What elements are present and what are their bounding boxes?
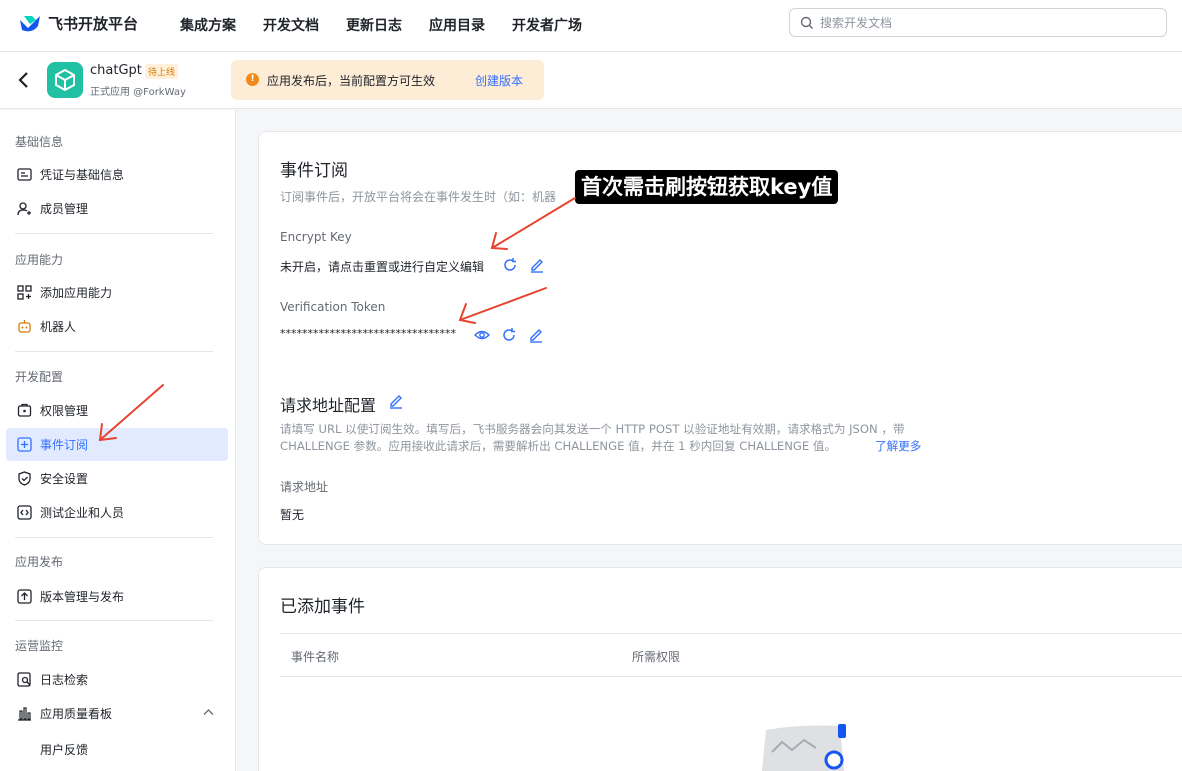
sidebar-item-label: 版本管理与发布 [40,590,125,604]
id-card-icon [16,167,32,183]
sidebar-item-label: 安全设置 [40,472,89,486]
sidebar-item-label: 添加应用能力 [40,286,113,300]
sidebar-subitem-feedback[interactable]: 用户反馈 [40,741,88,758]
chevron-up-icon[interactable] [203,708,214,716]
sidebar-divider [15,537,213,538]
request-url-value: 暂无 [280,508,305,522]
nav-item-solutions[interactable]: 集成方案 [180,15,236,35]
nav-item-docs[interactable]: 开发文档 [263,15,319,35]
cube-icon [55,68,75,92]
request-url-description-2: CHALLENGE 参数。应用接收此请求后，需要解析出 CHALLENGE 值，… [280,439,837,453]
robot-icon [16,319,32,335]
grid-add-icon [16,285,32,301]
app-name: chatGpt [90,63,142,78]
sidebar-item-quality-dashboard[interactable]: 应用质量看板 [6,697,228,730]
user-add-icon [16,201,32,217]
sidebar-item-permissions[interactable]: 权限管理 [6,394,228,427]
feishu-logo-icon [20,16,40,32]
sidebar-item-credentials[interactable]: 凭证与基础信息 [6,158,228,191]
app-header [0,52,1182,109]
nav-item-app-directory[interactable]: 应用目录 [429,15,485,35]
section-title-monitoring: 运营监控 [15,639,64,653]
section-title-dev-config: 开发配置 [15,370,64,384]
sidebar-divider [15,233,213,234]
annotation-callout: 首次需击刷按钮获取key值 [575,170,839,204]
edit-icon[interactable] [388,393,404,409]
sidebar-divider [15,620,213,621]
verification-token-value: ******************************** [280,327,456,340]
events-description: 订阅事件后，开放平台将会在事件发生时（如：机器 [280,190,557,204]
refresh-icon[interactable] [501,327,517,343]
section-title-publish: 应用发布 [15,555,64,569]
page-title: 事件订阅 [280,161,348,181]
bar-chart-icon [16,706,32,722]
sidebar-item-security[interactable]: 安全设置 [6,462,228,495]
refresh-icon[interactable] [502,257,518,273]
sidebar: 基础信息 凭证与基础信息 成员管理 应用能力 添加应用能力 机器人 开发配置 权… [0,110,236,771]
brand-logo[interactable]: 飞书开放平台 [18,12,138,34]
back-arrow-icon[interactable] [16,70,32,90]
eye-icon[interactable] [474,327,490,343]
shield-icon [16,471,32,487]
sidebar-divider [15,351,213,352]
encrypt-key-label: Encrypt Key [280,230,352,244]
app-subtitle: 正式应用 @ForkWay [90,87,186,98]
sidebar-item-label: 应用质量看板 [40,707,113,721]
added-events-title: 已添加事件 [280,597,365,617]
publish-notice: ! 应用发布后，当前配置方可生效 创建版本 [231,60,544,100]
brand-name: 飞书开放平台 [48,14,139,33]
warning-icon: ! [246,73,259,86]
section-title-capabilities: 应用能力 [15,253,64,267]
edit-icon[interactable] [529,257,545,273]
status-badge: 待上线 [145,64,179,79]
sidebar-item-label: 日志检索 [40,673,89,687]
sidebar-item-label: 机器人 [40,320,77,334]
column-header-event-name: 事件名称 [291,650,340,664]
search-input[interactable] [820,15,1140,30]
top-nav: 飞书开放平台 集成方案 开发文档 更新日志 应用目录 开发者广场 [0,0,1182,52]
sidebar-item-test-tenant[interactable]: 测试企业和人员 [6,496,228,529]
event-plus-icon [16,437,32,453]
nav-item-developer-plaza[interactable]: 开发者广场 [512,15,582,35]
log-search-icon [16,672,32,688]
sidebar-item-members[interactable]: 成员管理 [6,192,228,225]
lock-icon [16,403,32,419]
empty-state-illustration [762,724,846,771]
sidebar-item-add-capability[interactable]: 添加应用能力 [6,276,228,309]
notice-text: 应用发布后，当前配置方可生效 [267,74,436,88]
sidebar-item-label: 成员管理 [40,202,89,216]
nav-item-changelog[interactable]: 更新日志 [346,15,402,35]
search-icon [800,16,813,29]
code-box-icon [16,505,32,521]
sidebar-item-label: 测试企业和人员 [40,506,125,520]
section-title-basic: 基础信息 [15,135,64,149]
events-table-header: 事件名称 所需权限 [280,633,1182,677]
edit-icon[interactable] [528,327,544,343]
sidebar-item-label: 事件订阅 [40,438,89,452]
sidebar-item-robot[interactable]: 机器人 [6,310,228,343]
sidebar-item-log-search[interactable]: 日志检索 [6,663,228,696]
sidebar-item-event-subscription[interactable]: 事件订阅 [6,428,228,461]
sidebar-item-label: 凭证与基础信息 [40,168,125,182]
request-url-title: 请求地址配置 [280,396,377,415]
request-url-description: 请填写 URL 以使订阅生效。填写后，飞书服务器会向其发送一个 HTTP POS… [280,422,905,436]
create-version-link[interactable]: 创建版本 [475,72,523,89]
verification-token-label: Verification Token [280,300,386,314]
search-box[interactable] [789,8,1167,37]
app-icon [47,62,83,98]
learn-more-link[interactable]: 了解更多 [875,438,921,454]
encrypt-key-value: 未开启，请点击重置或进行自定义编辑 [280,260,485,274]
upload-icon [16,589,32,605]
request-url-label: 请求地址 [280,480,329,494]
sidebar-item-versions[interactable]: 版本管理与发布 [6,580,228,613]
sidebar-item-label: 权限管理 [40,404,89,418]
column-header-permissions: 所需权限 [632,650,681,664]
